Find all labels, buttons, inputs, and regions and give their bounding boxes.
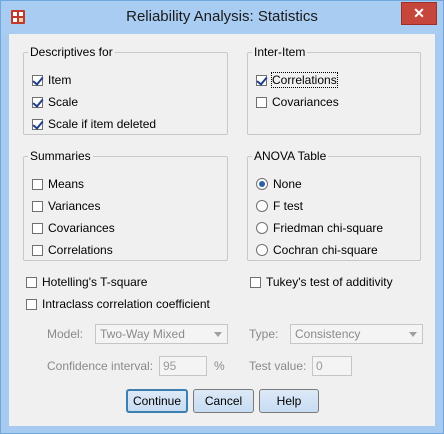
scale-label: Scale <box>48 95 79 109</box>
tukey-checkbox[interactable]: Tukey's test of additivity <box>250 273 393 291</box>
test-value-label: Test value: <box>249 359 307 373</box>
close-button[interactable]: ✕ <box>401 2 437 25</box>
cancel-button[interactable]: Cancel <box>193 389 254 413</box>
covariances-label: Covariances <box>48 221 115 235</box>
intraclass-checkbox[interactable]: Intraclass correlation coefficient <box>26 295 210 313</box>
model-label: Model: <box>47 327 84 341</box>
checkbox-box[interactable] <box>32 200 43 212</box>
title-bar[interactable]: Reliability Analysis: Statistics ✕ <box>1 1 443 34</box>
descriptives-group: Descriptives for Item Scale Scale if ite… <box>23 45 228 135</box>
chevron-down-icon <box>214 332 222 337</box>
confidence-interval-input: 95 <box>159 356 207 376</box>
tukey-label: Tukey's test of additivity <box>266 275 393 289</box>
checkbox-box[interactable] <box>32 244 43 256</box>
model-select: Two-Way Mixed <box>95 324 228 344</box>
inter-correlations-checkbox[interactable]: Correlations <box>256 71 338 89</box>
radio-circle[interactable] <box>256 200 268 212</box>
anova-friedman-radio[interactable]: Friedman chi-square <box>256 219 383 237</box>
checkbox-box[interactable] <box>250 276 261 288</box>
hotelling-checkbox[interactable]: Hotelling's T-square <box>26 273 147 291</box>
correlations-checkbox[interactable]: Correlations <box>32 241 113 259</box>
window-title: Reliability Analysis: Statistics <box>126 8 318 25</box>
inter-covariances-label: Covariances <box>272 95 339 109</box>
checkbox-box[interactable] <box>32 222 43 234</box>
inter-covariances-checkbox[interactable]: Covariances <box>256 93 339 111</box>
checkbox-box[interactable] <box>26 298 37 310</box>
means-label: Means <box>48 177 85 191</box>
checkbox-box[interactable] <box>32 118 43 130</box>
hotelling-label: Hotelling's T-square <box>42 275 148 289</box>
intraclass-label: Intraclass correlation coefficient <box>42 297 210 311</box>
dialog-window: Reliability Analysis: Statistics ✕ Descr… <box>0 0 444 434</box>
type-select: Consistency <box>290 324 423 344</box>
anova-cochran-radio[interactable]: Cochran chi-square <box>256 241 378 259</box>
anova-ftest-label: F test <box>273 199 304 213</box>
chevron-down-icon <box>409 332 417 337</box>
inter-item-legend: Inter-Item <box>254 45 306 59</box>
radio-circle[interactable] <box>256 222 268 234</box>
anova-legend: ANOVA Table <box>254 149 327 163</box>
inter-item-group: Inter-Item Correlations Covariances <box>247 45 421 135</box>
test-value-input: 0 <box>312 356 352 376</box>
scale-if-deleted-label: Scale if item deleted <box>48 117 157 131</box>
anova-none-radio[interactable]: None <box>256 175 302 193</box>
close-icon: ✕ <box>413 5 425 21</box>
inter-correlations-label: Correlations <box>271 72 338 88</box>
correlations-label: Correlations <box>48 243 113 257</box>
type-label: Type: <box>249 327 279 341</box>
covariances-checkbox[interactable]: Covariances <box>32 219 115 237</box>
dialog-body: Descriptives for Item Scale Scale if ite… <box>9 34 435 426</box>
checkbox-box[interactable] <box>256 96 267 108</box>
descriptives-legend: Descriptives for <box>30 45 113 59</box>
anova-cochran-label: Cochran chi-square <box>273 243 378 257</box>
confidence-interval-label: Confidence interval: <box>47 359 154 373</box>
variances-label: Variances <box>48 199 101 213</box>
summaries-legend: Summaries <box>30 149 91 163</box>
percent-label: % <box>214 359 225 373</box>
radio-circle[interactable] <box>256 178 268 190</box>
item-checkbox[interactable]: Item <box>32 71 71 89</box>
checkbox-box[interactable] <box>32 74 43 86</box>
checkbox-box[interactable] <box>256 74 267 86</box>
model-select-value: Two-Way Mixed <box>100 327 185 341</box>
anova-ftest-radio[interactable]: F test <box>256 197 303 215</box>
anova-none-label: None <box>273 177 302 191</box>
checkbox-box[interactable] <box>32 96 43 108</box>
means-checkbox[interactable]: Means <box>32 175 84 193</box>
checkbox-box[interactable] <box>32 178 43 190</box>
variances-checkbox[interactable]: Variances <box>32 197 100 215</box>
radio-circle[interactable] <box>256 244 268 256</box>
anova-friedman-label: Friedman chi-square <box>273 221 384 235</box>
scale-checkbox[interactable]: Scale <box>32 93 78 111</box>
help-button[interactable]: Help <box>259 389 319 413</box>
item-label: Item <box>48 73 72 87</box>
continue-button[interactable]: Continue <box>126 389 188 413</box>
summaries-group: Summaries Means Variances Covariances Co… <box>23 149 228 261</box>
anova-group: ANOVA Table None F test Friedman chi-squ… <box>247 149 421 261</box>
type-select-value: Consistency <box>295 327 361 341</box>
checkbox-box[interactable] <box>26 276 37 288</box>
scale-if-deleted-checkbox[interactable]: Scale if item deleted <box>32 115 156 133</box>
